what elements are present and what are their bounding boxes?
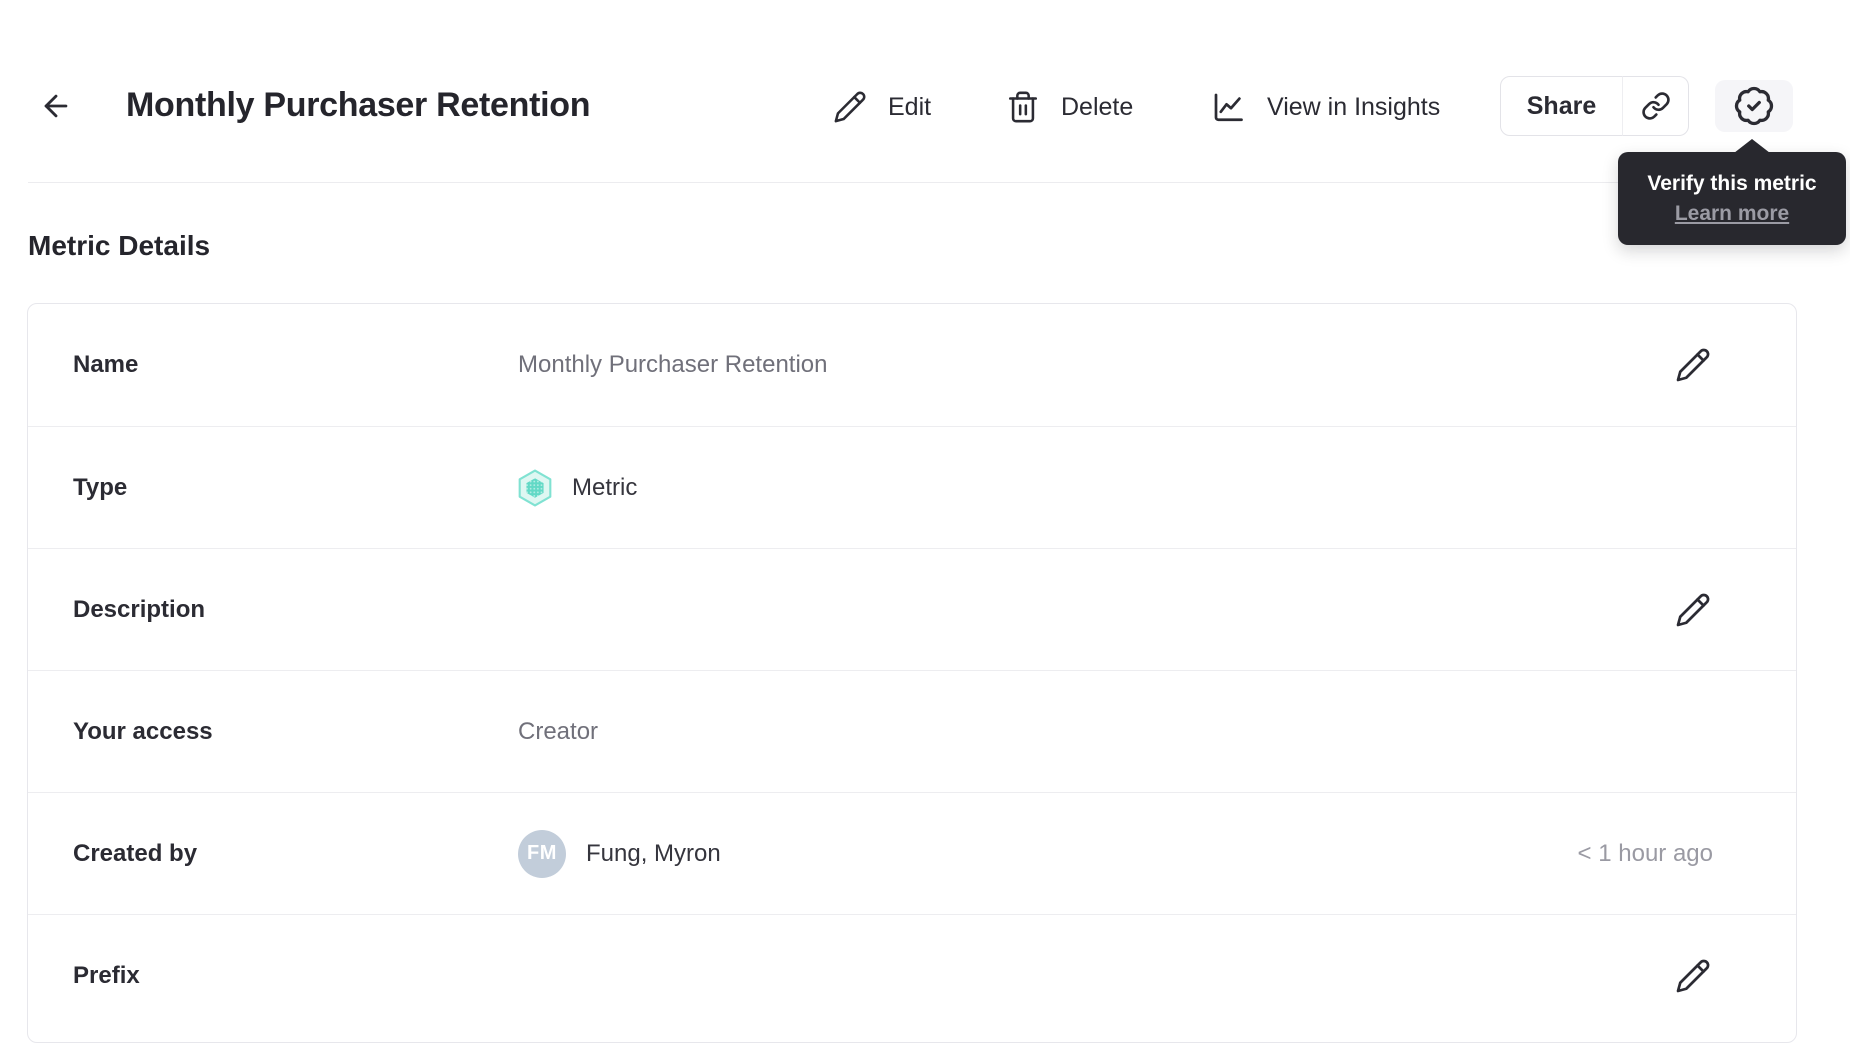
delete-button-label: Delete <box>1061 92 1134 121</box>
detail-row-label: Created by <box>73 839 198 867</box>
delete-button[interactable]: Delete <box>1006 88 1133 126</box>
share-button-label: Share <box>1526 91 1597 120</box>
edit-description-button[interactable] <box>1673 590 1713 630</box>
edit-name-button[interactable] <box>1673 345 1713 385</box>
edit-button-label: Edit <box>888 92 932 121</box>
share-button[interactable]: Share <box>1500 76 1623 136</box>
hexagon-metric-icon <box>518 469 552 507</box>
edit-button[interactable]: Edit <box>833 88 931 126</box>
detail-row-type: Type Metric <box>28 426 1796 548</box>
edit-prefix-button[interactable] <box>1673 956 1713 996</box>
tooltip-arrow <box>1734 139 1770 153</box>
detail-row-prefix: Prefix <box>28 914 1796 1036</box>
detail-row-your-access: Your access Creator <box>28 670 1796 792</box>
page-title: Monthly Purchaser Retention <box>126 86 591 124</box>
metric-details-card: Name Monthly Purchaser Retention Type Me… <box>27 303 1797 1043</box>
header-divider <box>28 182 1822 183</box>
link-icon <box>1641 91 1671 121</box>
verified-badge-icon <box>1733 85 1775 127</box>
detail-row-value: Metric <box>518 469 1713 507</box>
detail-row-label: Prefix <box>73 961 140 989</box>
metric-details-page: { "header": { "title": "Monthly Purchase… <box>0 0 1850 1043</box>
detail-row-label: Name <box>73 351 139 378</box>
detail-row-label: Type <box>73 473 128 501</box>
detail-row-value: Creator <box>518 718 1713 746</box>
detail-row-description: Description <box>28 548 1796 670</box>
verify-metric-button[interactable] <box>1715 80 1793 132</box>
pencil-icon <box>1675 592 1711 628</box>
verify-tooltip: Verify this metric Learn more <box>1618 139 1846 245</box>
avatar: FM <box>518 829 566 878</box>
learn-more-link[interactable]: Learn more <box>1675 199 1789 229</box>
trash-icon <box>1006 90 1040 124</box>
detail-row-created-by: Created by FM Fung, Myron < 1 hour ago <box>28 792 1796 914</box>
metric-details-heading: Metric Details <box>28 230 211 261</box>
pencil-icon <box>1675 958 1711 994</box>
detail-row-name: Name Monthly Purchaser Retention <box>28 304 1796 426</box>
arrow-left-icon <box>39 89 73 123</box>
created-time: < 1 hour ago <box>1577 839 1713 867</box>
name-value: Monthly Purchaser Retention <box>518 351 828 378</box>
line-chart-icon <box>1210 89 1246 125</box>
detail-row-value: Monthly Purchaser Retention <box>518 351 1673 379</box>
view-in-insights-label: View in Insights <box>1267 92 1441 121</box>
detail-row-label: Description <box>73 595 206 623</box>
copy-link-button[interactable] <box>1622 76 1689 136</box>
tooltip-title: Verify this metric <box>1647 172 1817 195</box>
detail-row-label: Your access <box>73 717 213 745</box>
pencil-icon <box>1675 347 1711 383</box>
view-in-insights-button[interactable]: View in Insights <box>1210 88 1440 126</box>
back-button[interactable] <box>38 88 74 124</box>
detail-row-value: FM Fung, Myron <box>518 829 1578 878</box>
created-by-value: Fung, Myron <box>586 839 721 867</box>
type-value: Metric <box>572 473 638 501</box>
pencil-icon <box>833 90 867 124</box>
your-access-value: Creator <box>518 717 599 745</box>
